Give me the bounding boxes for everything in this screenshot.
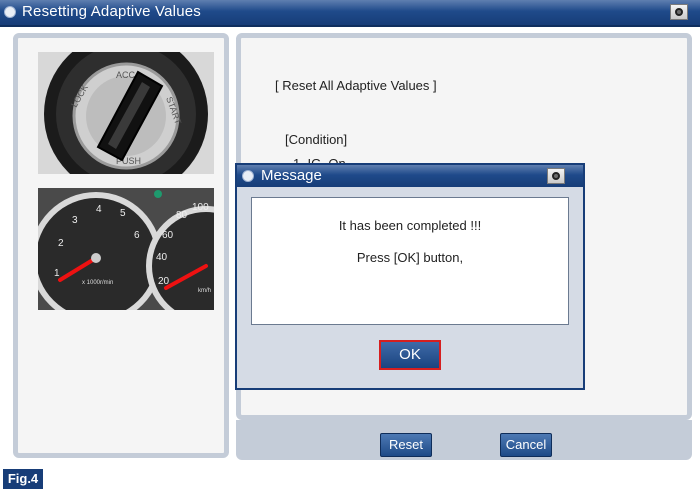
speedo-number-40: 40 — [156, 252, 168, 263]
screenshot-camera-icon[interactable] — [670, 4, 688, 20]
dialog-message-line2: Press [OK] button, — [356, 250, 464, 265]
tach-number-3: 3 — [72, 215, 78, 226]
message-dialog: Message It has been completed !!! Press … — [235, 163, 585, 390]
dialog-camera-icon[interactable] — [547, 168, 565, 184]
dialog-menu-icon[interactable] — [242, 170, 254, 182]
dialog-title-bar: Message — [237, 165, 583, 187]
speedo-number-60: 60 — [162, 230, 174, 241]
button-bar: Reset Cancel — [236, 420, 692, 460]
window-title-bar: Resetting Adaptive Values — [0, 0, 700, 27]
window-menu-icon[interactable] — [4, 6, 16, 18]
speedo-unit: km/h — [198, 288, 211, 294]
dialog-title: Message — [261, 167, 322, 184]
dialog-message-line1: It has been completed !!! — [338, 218, 482, 233]
tach-number-6: 6 — [134, 230, 140, 241]
window-title: Resetting Adaptive Values — [22, 3, 202, 20]
tach-number-2: 2 — [58, 238, 64, 249]
dialog-message-box: It has been completed !!! Press [OK] but… — [251, 197, 569, 325]
ignition-label-acc: ACC — [116, 70, 136, 80]
ignition-switch-image: LOCK ACC START PUSH — [38, 52, 214, 174]
condition-label: [Condition] — [285, 132, 348, 147]
figure-label: Fig.4 — [3, 469, 43, 489]
speedo-number-80: 80 — [176, 210, 188, 221]
instrument-cluster-image: 1 2 3 4 5 6 20 40 60 80 100 x 1000r/min … — [38, 188, 214, 310]
ok-button[interactable]: OK — [379, 340, 441, 370]
procedure-heading: [ Reset All Adaptive Values ] — [275, 78, 437, 93]
illustration-panel: LOCK ACC START PUSH 1 2 3 4 5 6 20 40 60… — [13, 33, 229, 458]
tach-number-1: 1 — [54, 268, 60, 279]
tach-number-5: 5 — [120, 208, 126, 219]
tach-unit: x 1000r/min — [82, 280, 113, 286]
speedo-number-100: 100 — [192, 202, 209, 213]
reset-button[interactable]: Reset — [380, 433, 432, 457]
tach-number-4: 4 — [96, 204, 102, 215]
cancel-button[interactable]: Cancel — [500, 433, 552, 457]
